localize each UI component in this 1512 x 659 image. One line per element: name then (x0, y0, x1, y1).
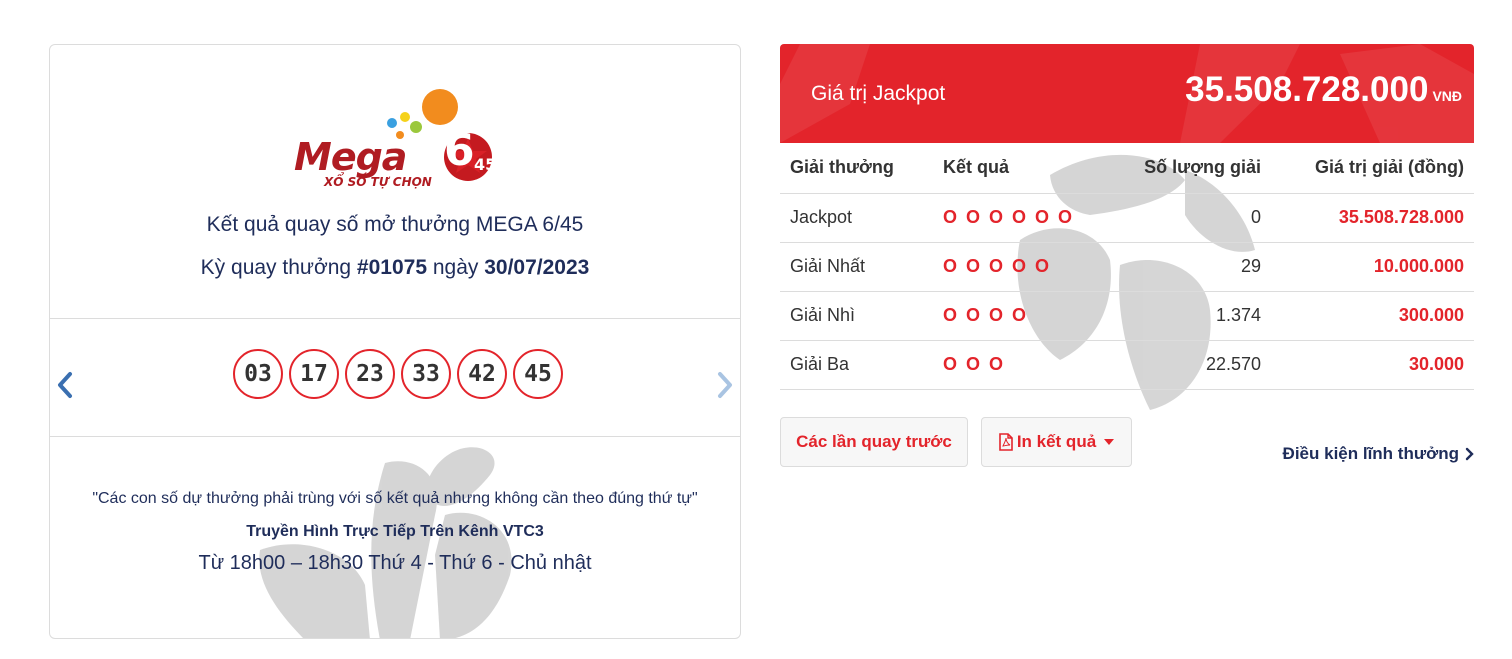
match-indicator: O O O (943, 354, 1006, 374)
logo-brand-text: Mega (294, 135, 407, 179)
broadcast-time: Từ 18h00 – 18h30 Thứ 4 - Thứ 6 - Chủ nhậ… (198, 552, 592, 574)
rule-note: "Các con số dự thưởng phải trùng với số … (92, 490, 698, 507)
number-ball: 45 (513, 349, 563, 399)
draw-number: #01075 (356, 256, 427, 279)
prize-value: 300.000 (1398, 305, 1464, 325)
prize-value: 35.508.728.000 (1338, 207, 1464, 227)
number-ball: 23 (345, 349, 395, 399)
winner-count: 0 (1113, 193, 1271, 243)
table-row: Giải Nhì O O O O 1.374 300.000 (780, 291, 1474, 341)
table-header-row: Giải thưởng Kết quả Số lượng giải Giá tr… (780, 143, 1474, 194)
jackpot-label: Giá trị Jackpot (811, 82, 946, 105)
result-title: Kết quả quay số mở thưởng MEGA 6/45 (206, 213, 584, 236)
number-ball: 03 (233, 349, 283, 399)
draw-info: Kỳ quay thưởng #01075 ngày 30/07/2023 (50, 256, 740, 280)
match-indicator: O O O O O (943, 256, 1052, 276)
winner-count: 22.570 (1113, 340, 1271, 390)
prize-value: 30.000 (1408, 354, 1464, 374)
prize-value: 10.000.000 (1373, 256, 1464, 276)
mega-645-logo: Mega 6 45 XỔ SỐ TỰ CHỌN (50, 77, 740, 227)
winning-numbers: 03 17 23 33 42 45 (233, 349, 563, 399)
caret-down-icon (1104, 439, 1115, 445)
number-ball: 42 (457, 349, 507, 399)
jackpot-amount: 35.508.728.000 VNĐ (1185, 70, 1462, 110)
table-row: Giải Nhất O O O O O 29 10.000.000 (780, 242, 1474, 292)
match-indicator: O O O O O O (943, 207, 1075, 227)
prize-name: Giải Ba (780, 340, 933, 390)
chevron-right-icon[interactable] (712, 371, 736, 399)
winner-count: 1.374 (1113, 291, 1271, 341)
number-ball: 33 (401, 349, 451, 399)
prize-name: Giải Nhì (780, 291, 933, 341)
table-row: Jackpot O O O O O O 0 35.508.728.000 (780, 193, 1474, 243)
prize-name: Giải Nhất (780, 242, 933, 292)
draw-prefix: Kỳ quay thưởng (200, 256, 357, 279)
conditions-label: Điều kiện lĩnh thưởng (1282, 444, 1459, 463)
column-header: Giải thưởng (780, 143, 933, 194)
logo-number-big: 6 (444, 125, 475, 176)
jackpot-value: 35.508.728.000 (1185, 70, 1429, 109)
draw-date: 30/07/2023 (484, 256, 590, 279)
prize-name: Jackpot (780, 193, 933, 243)
previous-draws-button[interactable]: Các lần quay trước (780, 417, 968, 467)
column-header: Kết quả (933, 143, 1113, 194)
match-indicator: O O O O (943, 305, 1029, 325)
logo-tagline: XỔ SỐ TỰ CHỌN (324, 175, 432, 189)
broadcast-channel: Truyền Hình Trực Tiếp Trên Kênh VTC3 (246, 523, 544, 540)
winner-count: 29 (1113, 242, 1271, 292)
print-label: In kết quả (1016, 432, 1097, 451)
draw-middle: ngày (427, 256, 485, 279)
chevron-right-icon (1465, 447, 1474, 461)
prize-table: Giải thưởng Kết quả Số lượng giải Giá tr… (780, 143, 1474, 390)
divider (50, 318, 740, 319)
chevron-left-icon[interactable] (54, 371, 78, 399)
number-ball: 17 (289, 349, 339, 399)
print-results-button[interactable]: In kết quả (981, 417, 1132, 467)
pdf-file-icon (999, 433, 1013, 451)
jackpot-currency: VNĐ (1432, 88, 1462, 104)
table-row: Giải Ba O O O 22.570 30.000 (780, 340, 1474, 390)
column-header: Số lượng giải (1113, 143, 1271, 194)
logo-number-small: 45 (474, 155, 497, 174)
divider (50, 436, 740, 437)
jackpot-banner: Giá trị Jackpot 35.508.728.000 VNĐ (780, 44, 1474, 143)
column-header: Giá trị giải (đồng) (1271, 143, 1474, 194)
prize-conditions-link[interactable]: Điều kiện lĩnh thưởng (1283, 444, 1474, 464)
result-card: Mega 6 45 XỔ SỐ TỰ CHỌN Kết quả quay số … (49, 44, 741, 639)
